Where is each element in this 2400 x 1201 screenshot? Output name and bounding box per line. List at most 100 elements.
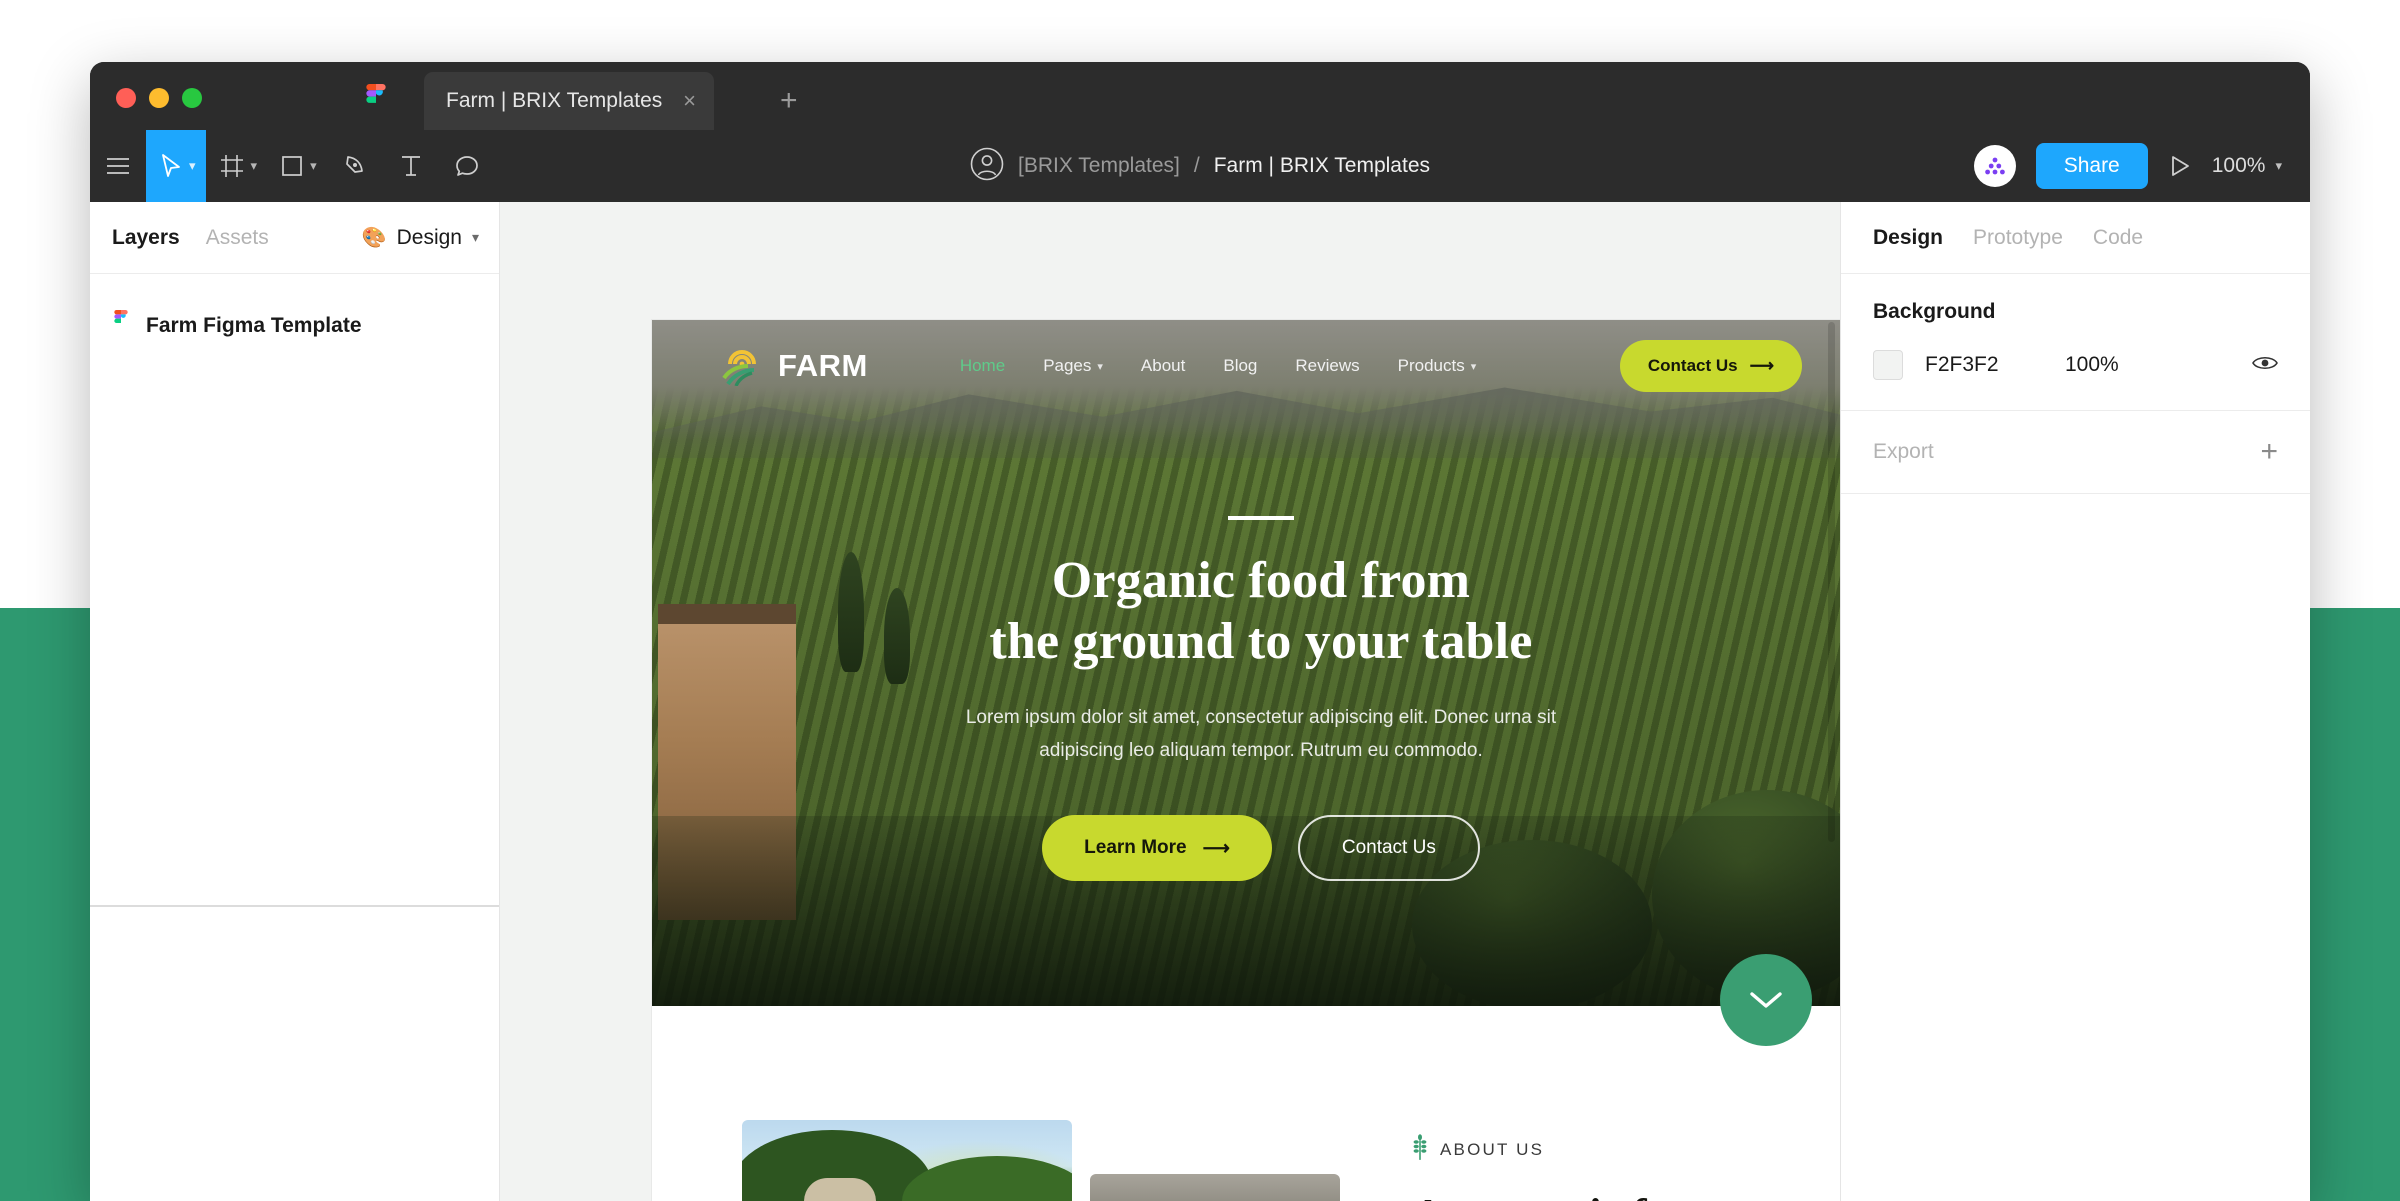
arrow-right-icon: ⟶ [1202, 837, 1230, 859]
about-photo-seedlings [1090, 1174, 1340, 1201]
tab-layers[interactable]: Layers [112, 226, 180, 250]
hero-title-line-2: the ground to your table [989, 613, 1533, 671]
chevron-down-icon[interactable]: ▾ [2275, 158, 2282, 174]
chevron-down-icon [1750, 992, 1782, 1008]
nav-link-about[interactable]: About [1141, 356, 1185, 376]
traffic-light-controls [116, 88, 202, 108]
nav-link-label: Reviews [1295, 356, 1360, 375]
nav-link-label: Pages [1043, 356, 1092, 375]
right-panel-tabs: Design Prototype Code [1841, 202, 2310, 274]
chevron-down-icon: ▾ [1097, 360, 1103, 373]
avatar[interactable] [1973, 145, 2016, 187]
text-tool[interactable] [383, 130, 439, 202]
figma-logo-icon [363, 84, 389, 122]
chevron-down-icon[interactable]: ▾ [472, 229, 479, 246]
photo-farmer-cap [804, 1178, 876, 1201]
about-eyebrow-label: ABOUT US [1440, 1139, 1545, 1159]
figma-file-icon [112, 310, 130, 341]
scroll-down-button[interactable] [1720, 954, 1812, 1046]
layer-name: Farm Figma Template [146, 313, 362, 337]
nav-link-pages[interactable]: Pages ▾ [1043, 356, 1103, 376]
nav-cta-label: Contact Us [1647, 356, 1738, 375]
nav-link-blog[interactable]: Blog [1223, 356, 1257, 376]
tab-code[interactable]: Code [2093, 226, 2143, 250]
hero-learn-more-button[interactable]: Learn More ⟶ [1042, 815, 1272, 882]
chevron-down-icon: ▾ [1470, 360, 1477, 373]
website-artboard[interactable]: FARM Home Pages ▾ About Blog Reviews Pro… [652, 320, 1840, 1201]
move-tool[interactable]: ▾ [146, 130, 206, 202]
browser-tab-title: Farm | BRIX Templates [446, 89, 663, 112]
chevron-down-icon[interactable]: ▾ [310, 158, 317, 174]
nav-link-label: About [1140, 356, 1186, 375]
hero-button-group: Learn More ⟶ Contact Us [1042, 815, 1480, 882]
layer-list: Farm Figma Template [90, 274, 499, 349]
background-opacity-value[interactable]: 100% [2065, 353, 2185, 377]
application-body: Layers Assets 🎨 Design ▾ Farm Figma Temp… [90, 202, 2310, 1201]
plus-icon[interactable]: + [2260, 437, 2278, 467]
breadcrumb-file-name[interactable]: Farm | BRIX Templates [1214, 154, 1430, 178]
background-hex-value[interactable]: F2F3F2 [1925, 353, 2065, 377]
site-logo[interactable]: FARM [720, 342, 868, 391]
nav-link-home[interactable]: Home [960, 356, 1005, 376]
pen-tool[interactable] [327, 130, 383, 202]
right-sidebar: Design Prototype Code Background F2F3F2 … [1840, 202, 2310, 1201]
hero-title: Organic food from the ground to your tab… [989, 550, 1532, 673]
nav-link-label: Home [959, 356, 1006, 375]
hero-subtitle-line-1: Lorem ipsum dolor sit amet, consectetur … [965, 706, 1532, 728]
present-button[interactable] [2168, 154, 2192, 178]
frame-tool[interactable]: ▾ [206, 130, 268, 202]
about-section: ABOUT US An organic farm [652, 1006, 1840, 1201]
arrow-right-icon: ⟶ [1749, 356, 1774, 375]
breadcrumb-separator: / [1193, 154, 1200, 177]
about-eyebrow: ABOUT US [1412, 1134, 1812, 1165]
hero-subtitle: Lorem ipsum dolor sit amet, consectetur … [951, 701, 1571, 768]
share-button[interactable]: Share [2035, 143, 2148, 189]
chevron-down-icon[interactable]: ▾ [189, 158, 196, 174]
comment-tool[interactable] [439, 130, 495, 202]
nav-link-products[interactable]: Products ▾ [1398, 356, 1477, 376]
background-section: Background F2F3F2 100% [1841, 274, 2310, 411]
hero-primary-label: Learn More [1084, 837, 1187, 859]
hero-section: FARM Home Pages ▾ About Blog Reviews Pro… [652, 320, 1840, 1006]
hero-title-line-1: Organic food from [1051, 552, 1471, 609]
export-label: Export [1873, 440, 1934, 463]
figma-toolbar: ▾ ▾ ▾ [BRIX Templates] / Farm | BRIX Tem… [90, 130, 2310, 202]
maximize-window-button[interactable] [182, 88, 202, 108]
tab-design[interactable]: Design [1873, 226, 1943, 250]
photo-hill-right [902, 1156, 1072, 1201]
breadcrumb-team[interactable]: [BRIX Templates] [1018, 154, 1180, 178]
design-mode-switcher[interactable]: 🎨 Design ▾ [362, 226, 479, 250]
background-color-swatch[interactable] [1873, 350, 1903, 380]
zoom-control[interactable]: 100% ▾ [2212, 154, 2288, 178]
left-sidebar: Layers Assets 🎨 Design ▾ Farm Figma Temp… [90, 202, 500, 1201]
site-logo-text: FARM [778, 348, 868, 383]
design-canvas[interactable]: FARM Home Pages ▾ About Blog Reviews Pro… [500, 202, 1840, 1201]
list-item[interactable]: Farm Figma Template [90, 302, 499, 349]
new-tab-button[interactable]: + [780, 86, 798, 116]
toolbar-right-group: Share 100% ▾ [1973, 130, 2288, 202]
chevron-down-icon[interactable]: ▾ [251, 158, 258, 174]
tab-assets[interactable]: Assets [206, 226, 269, 250]
nav-link-reviews[interactable]: Reviews [1295, 356, 1359, 376]
nav-contact-us-button[interactable]: Contact Us ⟶ [1619, 340, 1802, 392]
hero-divider-rule [1228, 516, 1294, 520]
website-nav-links: Home Pages ▾ About Blog Reviews Products… [960, 356, 1476, 376]
left-panel-tabs: Layers Assets 🎨 Design ▾ [90, 202, 499, 274]
website-navbar: FARM Home Pages ▾ About Blog Reviews Pro… [652, 320, 1840, 412]
wheat-icon [1412, 1134, 1428, 1165]
hamburger-menu-icon[interactable] [90, 130, 146, 202]
shape-tool[interactable]: ▾ [267, 130, 327, 202]
browser-tab[interactable]: Farm | BRIX Templates × [424, 72, 714, 130]
tab-prototype[interactable]: Prototype [1973, 226, 2063, 250]
eye-icon[interactable] [2252, 354, 2278, 377]
user-circle-icon[interactable] [970, 147, 1004, 186]
nav-link-label: Blog [1223, 356, 1258, 375]
close-icon[interactable]: × [683, 90, 696, 112]
palette-icon: 🎨 [361, 226, 387, 249]
export-section: Export + [1841, 411, 2310, 494]
close-window-button[interactable] [116, 88, 136, 108]
about-heading: An organic farm [1412, 1189, 1812, 1201]
minimize-window-button[interactable] [149, 88, 169, 108]
background-fill-row: F2F3F2 100% [1873, 350, 2278, 380]
hero-contact-us-button[interactable]: Contact Us [1297, 815, 1480, 882]
